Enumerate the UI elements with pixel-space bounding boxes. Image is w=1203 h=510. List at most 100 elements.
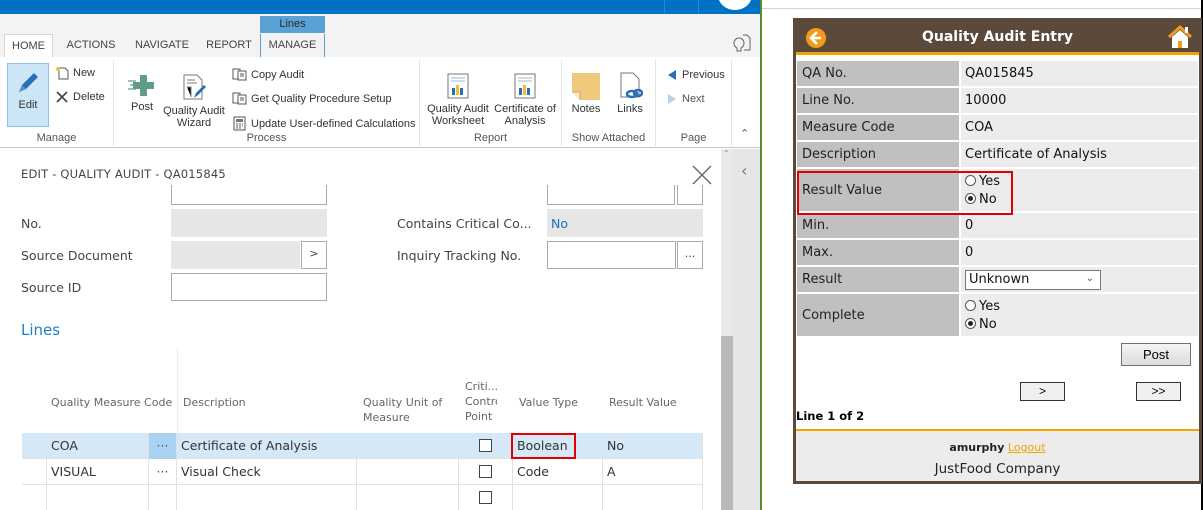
post-plus-icon: [128, 75, 154, 96]
lookup-ellipsis-icon[interactable]: ···: [149, 459, 177, 485]
expand-factbox-icon[interactable]: ‹: [741, 161, 747, 180]
table-row[interactable]: VISUAL ··· Visual Check Code A: [22, 459, 703, 485]
quality-audit-wizard-button[interactable]: Quality Audit Wizard: [162, 72, 226, 129]
tab-navigate[interactable]: NAVIGATE: [130, 34, 194, 57]
complete-no-radio[interactable]: No: [965, 317, 997, 332]
form-title: EDIT - QUALITY AUDIT - QA015845: [21, 167, 226, 181]
row-selector[interactable]: [22, 433, 47, 459]
mobile-header: Quality Audit Entry: [796, 21, 1199, 55]
source-id-field[interactable]: [171, 273, 327, 301]
row-complete: Complete Yes No: [797, 294, 1198, 336]
collapse-ribbon-icon[interactable]: ⌃: [740, 127, 749, 140]
description-value: Certificate of Analysis: [961, 142, 1198, 167]
delete-button[interactable]: Delete: [55, 90, 105, 104]
col-header-result-value: Result Value: [609, 396, 677, 409]
audit-date-lookup-button[interactable]: [677, 185, 703, 205]
audit-date-field[interactable]: [547, 185, 675, 205]
cell-result-value[interactable]: [603, 485, 703, 510]
cell-uom[interactable]: [357, 485, 459, 510]
contains-critical-value[interactable]: No: [551, 216, 568, 231]
post-button-mobile[interactable]: Post: [1121, 343, 1191, 366]
cell-measure-code[interactable]: [47, 485, 149, 510]
cell-uom[interactable]: [357, 459, 459, 485]
form-scrollbar[interactable]: ⌃: [721, 149, 733, 510]
next-button[interactable]: Next: [666, 93, 705, 105]
critical-checkbox[interactable]: [479, 439, 492, 452]
col-header-description: Description: [183, 396, 246, 409]
user-avatar[interactable]: [718, 0, 752, 10]
cell-measure-code[interactable]: COA: [47, 433, 149, 459]
tab-manage[interactable]: MANAGE: [260, 34, 325, 57]
delete-x-icon: [56, 91, 68, 103]
chevron-down-icon: ⌄: [1085, 272, 1094, 284]
contextual-tab-header: Lines: [260, 16, 325, 33]
cell-uom[interactable]: [357, 433, 459, 459]
lookup-ellipsis-icon[interactable]: ···: [149, 433, 177, 459]
inquiry-tracking-field[interactable]: [547, 241, 676, 269]
notes-button[interactable]: Notes: [568, 72, 604, 115]
notes-label: Notes: [571, 103, 601, 115]
cell-value-type[interactable]: Code: [513, 459, 603, 485]
inquiry-tracking-lookup-button[interactable]: ...: [677, 241, 703, 269]
group-label-page: Page: [680, 132, 707, 144]
username: amurphy: [949, 441, 1005, 454]
scrollbar-thumb[interactable]: [721, 336, 733, 510]
table-row[interactable]: COA ··· Certificate of Analysis Boolean No: [22, 433, 703, 459]
result-select[interactable]: Unknown ⌄: [965, 269, 1101, 290]
inquiry-tracking-label: Inquiry Tracking No.: [397, 248, 522, 263]
logout-link[interactable]: Logout: [1008, 441, 1046, 454]
cell-lookup[interactable]: [149, 485, 177, 510]
source-document-drill-button[interactable]: >: [301, 241, 327, 269]
copy-document-icon: [232, 68, 247, 81]
post-button[interactable]: Post: [122, 72, 162, 113]
tab-report[interactable]: REPORT: [202, 34, 256, 57]
row-min: Min. 0: [797, 213, 1198, 238]
previous-button[interactable]: Previous: [666, 69, 725, 81]
cell-critical[interactable]: [459, 485, 513, 510]
cell-result-value[interactable]: No: [603, 433, 703, 459]
next-line-button[interactable]: >: [1020, 382, 1065, 401]
quality-audit-worksheet-button[interactable]: Quality Audit Worksheet: [424, 72, 492, 127]
table-row[interactable]: [22, 485, 703, 510]
home-icon[interactable]: [1167, 24, 1193, 50]
previous-arrow-icon: [668, 70, 676, 80]
new-button[interactable]: New: [55, 66, 95, 80]
critical-checkbox[interactable]: [479, 491, 492, 504]
last-line-button[interactable]: >>: [1136, 382, 1181, 401]
get-quality-procedure-setup-button[interactable]: Get Quality Procedure Setup: [232, 92, 392, 105]
row-selector[interactable]: [22, 459, 47, 485]
tab-actions[interactable]: ACTIONS: [60, 34, 122, 57]
row-selector[interactable]: [22, 485, 47, 510]
type-field[interactable]: [171, 185, 327, 205]
cell-measure-code[interactable]: VISUAL: [47, 459, 149, 485]
links-button[interactable]: Links: [612, 72, 648, 115]
copy-audit-button[interactable]: Copy Audit: [232, 68, 304, 81]
edit-quality-audit-form: EDIT - QUALITY AUDIT - QA015845 No. Sour…: [0, 149, 720, 510]
scroll-up-icon[interactable]: ⌃: [723, 149, 730, 158]
update-calc-label: Update User-defined Calculations: [251, 117, 416, 130]
cell-critical[interactable]: [459, 433, 513, 459]
update-user-defined-calculations-button[interactable]: Update User-defined Calculations: [232, 116, 415, 131]
lightbulb-icon[interactable]: [730, 32, 752, 54]
close-icon[interactable]: [690, 163, 714, 187]
col-header-uom: Quality Unit of Measure: [363, 396, 443, 424]
col-header-critical: Criti... Control Point: [465, 380, 497, 423]
cell-description[interactable]: Visual Check: [177, 459, 357, 485]
certificate-of-analysis-button[interactable]: Certificate of Analysis: [492, 72, 558, 127]
cell-description[interactable]: [177, 485, 357, 510]
lines-section-header[interactable]: Lines: [21, 321, 60, 339]
cell-value-type[interactable]: [513, 485, 603, 510]
critical-checkbox[interactable]: [479, 465, 492, 478]
nav-client-window: Lines HOME ACTIONS NAVIGATE REPORT MANAG…: [0, 0, 760, 510]
cell-critical[interactable]: [459, 459, 513, 485]
cell-description[interactable]: Certificate of Analysis: [177, 433, 357, 459]
complete-yes-radio[interactable]: Yes: [965, 299, 1000, 314]
edit-button[interactable]: Edit: [7, 63, 49, 127]
title-bar: [0, 0, 760, 14]
group-label-process: Process: [246, 132, 287, 144]
cell-result-value[interactable]: A: [603, 459, 703, 485]
row-line-no: Line No. 10000: [797, 88, 1198, 113]
measure-code-value: COA: [961, 115, 1198, 140]
tab-home[interactable]: HOME: [4, 34, 53, 57]
qa-no-value: QA015845: [961, 61, 1198, 86]
